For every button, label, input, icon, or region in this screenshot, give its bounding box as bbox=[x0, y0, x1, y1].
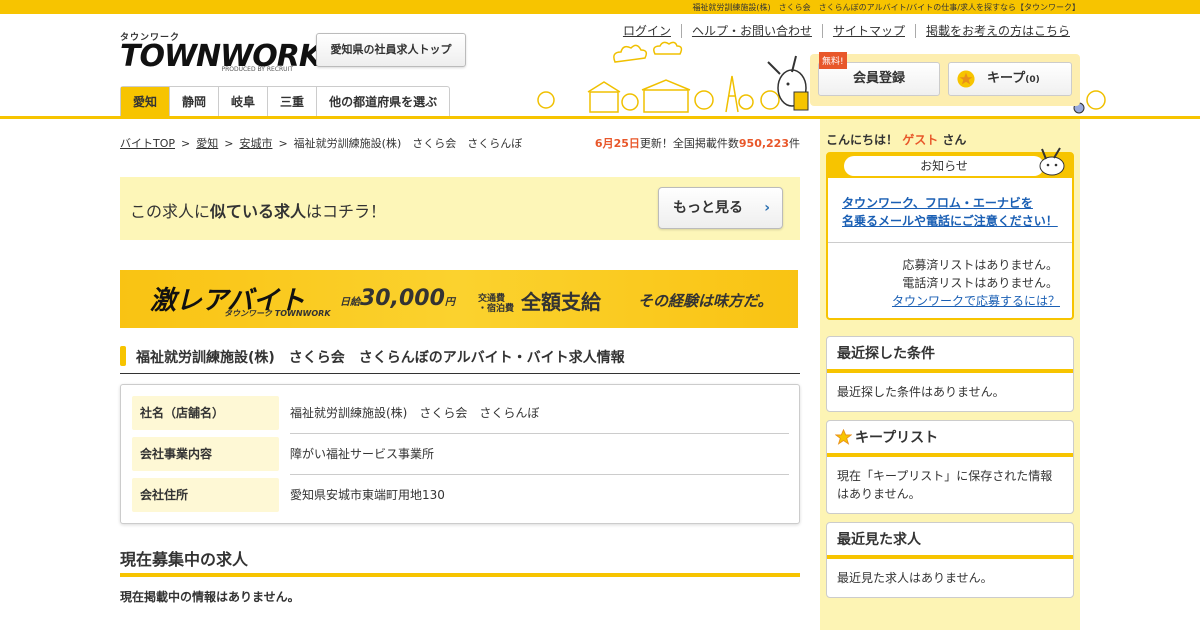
recruiting-heading: 現在募集中の求人 bbox=[120, 550, 249, 569]
logo-produced: PRODUCED BY RECRUIT bbox=[221, 66, 293, 73]
called-list-empty: 電話済リストはありません。 bbox=[902, 276, 1058, 290]
keep-list-header: キープリスト bbox=[827, 421, 1073, 457]
top-caption: 福祉就労訓練施設(株) さくら会 さくらんぼのアルバイト/バイトの仕事/求人を探… bbox=[692, 3, 1080, 12]
cloud-icon bbox=[613, 44, 648, 63]
recent-viewed-box: 最近見た求人 最近見た求人はありません。 bbox=[826, 522, 1074, 598]
rare-job-banner[interactable]: 激レアバイト タウンワーク TOWNWORK 日給30,000円 交通費 ・宿泊費… bbox=[120, 270, 798, 328]
similar-jobs-text: この求人に似ている求人はコチラ！ bbox=[130, 202, 387, 221]
tree-icon bbox=[537, 91, 555, 109]
recruiting-divider bbox=[120, 573, 800, 577]
table-row: 社名（店舗名） 福祉就労訓練施設(株) さくら会 さくらんぼ bbox=[132, 396, 789, 434]
listing-count: 950,223 bbox=[738, 137, 789, 150]
page-title: 福祉就労訓練施設(株) さくら会 さくらんぼのアルバイト・バイト求人情報 bbox=[136, 350, 625, 366]
row-key: 会社事業内容 bbox=[132, 437, 279, 471]
free-badge: 無料! bbox=[819, 52, 847, 69]
company-info-table: 社名（店舗名） 福祉就労訓練施設(株) さくら会 さくらんぼ 会社事業内容 障が… bbox=[120, 384, 800, 524]
house-icon bbox=[589, 91, 619, 113]
tree-icon bbox=[694, 90, 714, 110]
table-row: 会社住所 愛知県安城市東端町用地130 bbox=[132, 478, 789, 512]
recent-viewed-empty: 最近見た求人はありません。 bbox=[837, 571, 993, 585]
breadcrumb-baito-top[interactable]: バイトTOP bbox=[120, 137, 175, 150]
notice-title: お知らせ bbox=[844, 156, 1044, 176]
tower-icon bbox=[725, 75, 739, 113]
table-row: 会社事業内容 障がい福祉サービス事業所 bbox=[132, 437, 789, 475]
tree-icon bbox=[738, 94, 754, 110]
star-icon bbox=[957, 70, 975, 88]
recruiting-empty: 現在掲載中の情報はありません。 bbox=[120, 590, 300, 604]
chevron-right-icon: › bbox=[764, 200, 770, 216]
recent-search-box: 最近探した条件 最近探した条件はありません。 bbox=[826, 336, 1074, 412]
row-key: 会社住所 bbox=[132, 478, 279, 512]
login-link[interactable]: ログイン bbox=[613, 24, 681, 38]
breadcrumb-aichi[interactable]: 愛知 bbox=[196, 137, 218, 150]
star-icon bbox=[835, 429, 852, 445]
prefecture-tabs: 愛知 静岡 岐阜 三重 他の都道府県を選ぶ bbox=[120, 86, 451, 116]
title-accent-bar bbox=[120, 346, 126, 366]
keep-count: (0) bbox=[1025, 75, 1040, 85]
recent-search-title: 最近探した条件 bbox=[827, 337, 1073, 373]
mascot-rabbit-icon bbox=[1039, 147, 1065, 176]
keep-list-box: キープリスト 現在「キープリスト」に保存された情報はありません。 bbox=[826, 420, 1074, 514]
townwork-logo[interactable]: タウンワーク TOWNWORK PRODUCED BY RECRUIT bbox=[120, 30, 322, 76]
keep-label: キープ bbox=[987, 71, 1026, 86]
tree-icon bbox=[760, 90, 780, 110]
keep-button[interactable]: キープ(0) bbox=[948, 62, 1072, 96]
row-key: 社名（店舗名） bbox=[132, 396, 279, 430]
update-date: 6月25日 bbox=[594, 137, 640, 150]
sitemap-link[interactable]: サイトマップ bbox=[821, 24, 915, 38]
banner-transport: 交通費 ・宿泊費 全額支給 bbox=[478, 290, 601, 314]
breadcrumb-current: 福祉就労訓練施設(株) さくら会 さくらんぼ bbox=[293, 137, 523, 150]
scam-warning-link[interactable]: タウンワーク、フロム・エーナビを 名乗るメールや電話にご注意ください！ bbox=[842, 194, 1058, 230]
keep-list-title: キープリスト bbox=[855, 430, 939, 446]
region-top-button[interactable]: 愛知県の社員求人トップ bbox=[316, 33, 466, 67]
mascot-rabbit-icon bbox=[767, 55, 809, 111]
tab-shizuoka[interactable]: 静岡 bbox=[169, 87, 218, 116]
breadcrumb: バイトTOP > 愛知 > 安城市 > 福祉就労訓練施設(株) さくら会 さくらんぼ bbox=[120, 137, 523, 150]
top-bar: 福祉就労訓練施設(株) さくら会 さくらんぼのアルバイト/バイトの仕事/求人を探… bbox=[0, 0, 1200, 14]
breadcrumb-anjo[interactable]: 安城市 bbox=[239, 137, 272, 150]
how-to-apply-link[interactable]: タウンワークで応募するには？ bbox=[892, 292, 1060, 309]
banner-brand: タウンワーク TOWNWORK bbox=[224, 309, 331, 318]
tree-icon bbox=[621, 93, 639, 111]
tree-icon bbox=[1086, 90, 1106, 110]
similar-jobs-box: この求人に似ている求人はコチラ！ もっと見る › bbox=[120, 177, 800, 240]
tab-aichi[interactable]: 愛知 bbox=[121, 87, 170, 116]
header-links: ログイン ヘルプ・お問い合わせ サイトマップ 掲載をお考えの方はこちら bbox=[613, 24, 1080, 38]
tab-mie[interactable]: 三重 bbox=[267, 87, 316, 116]
keep-list-empty: 現在「キープリスト」に保存された情報はありません。 bbox=[837, 469, 1053, 501]
recent-search-empty: 最近探した条件はありません。 bbox=[837, 385, 1005, 399]
row-value: 障がい福祉サービス事業所 bbox=[290, 447, 435, 461]
help-link[interactable]: ヘルプ・お問い合わせ bbox=[680, 24, 822, 38]
tab-gifu[interactable]: 岐阜 bbox=[218, 87, 267, 116]
notice-box: お知らせ タウンワーク、フロム・エーナビを 名乗るメールや電話にご注意ください！ … bbox=[826, 147, 1074, 320]
building-icon bbox=[643, 89, 689, 113]
applied-list-empty: 応募済リストはありません。 bbox=[902, 258, 1058, 272]
listing-unit: 件 bbox=[789, 137, 800, 150]
row-value: 愛知県安城市東端町用地130 bbox=[290, 488, 445, 502]
guest-name: ゲスト bbox=[902, 133, 939, 147]
job-info-section-title: 福祉就労訓練施設(株) さくら会 さくらんぼのアルバイト・バイト求人情報 bbox=[120, 344, 800, 374]
row-value: 福祉就労訓練施設(株) さくら会 さくらんぼ bbox=[290, 406, 540, 420]
update-status: 6月25日更新！全国掲載件数950,223件 bbox=[595, 135, 800, 151]
greeting: こんにちは！ ゲスト さん bbox=[826, 133, 967, 147]
recent-viewed-title: 最近見た求人 bbox=[827, 523, 1073, 559]
update-text: 更新！全国掲載件数 bbox=[639, 137, 739, 150]
cloud-icon bbox=[653, 41, 683, 55]
banner-daily-pay: 日給30,000円 bbox=[340, 286, 455, 311]
advertise-link[interactable]: 掲載をお考えの方はこちら bbox=[914, 24, 1080, 38]
see-more-button[interactable]: もっと見る › bbox=[658, 187, 783, 229]
tab-other-prefectures[interactable]: 他の都道府県を選ぶ bbox=[316, 87, 449, 116]
banner-tagline: その経験は味方だ。 bbox=[638, 292, 773, 310]
